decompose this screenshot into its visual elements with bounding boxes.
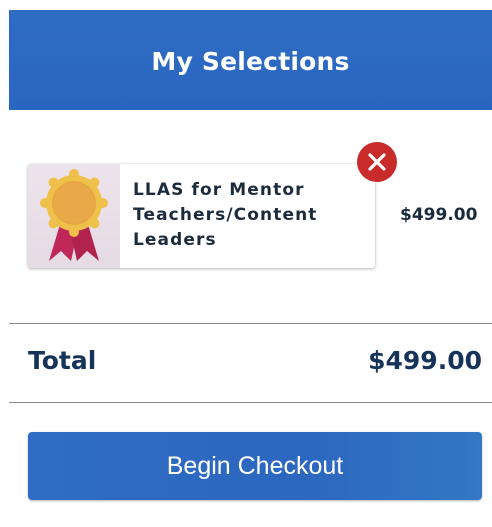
item-name: LLAS for Mentor Teachers/Content Leaders (133, 180, 318, 250)
checkout-label: Begin Checkout (166, 451, 344, 480)
cart-panel: My Selections LLAS for Mentor Teachers/C… (0, 0, 492, 527)
divider-top (9, 323, 492, 324)
divider-bottom (9, 402, 492, 403)
cart-item-card[interactable]: LLAS for Mentor Teachers/Content Leaders (28, 164, 375, 268)
selections-header: My Selections (9, 10, 492, 110)
header-title: My Selections (151, 46, 350, 76)
item-thumbnail (28, 164, 120, 268)
item-price: $499.00 (400, 205, 478, 225)
total-value: $499.00 (368, 346, 482, 375)
award-ribbon-icon (40, 169, 108, 261)
remove-item-button[interactable] (357, 142, 397, 182)
begin-checkout-button[interactable]: Begin Checkout (28, 432, 482, 500)
close-icon (368, 153, 386, 171)
total-label: Total (28, 346, 97, 375)
